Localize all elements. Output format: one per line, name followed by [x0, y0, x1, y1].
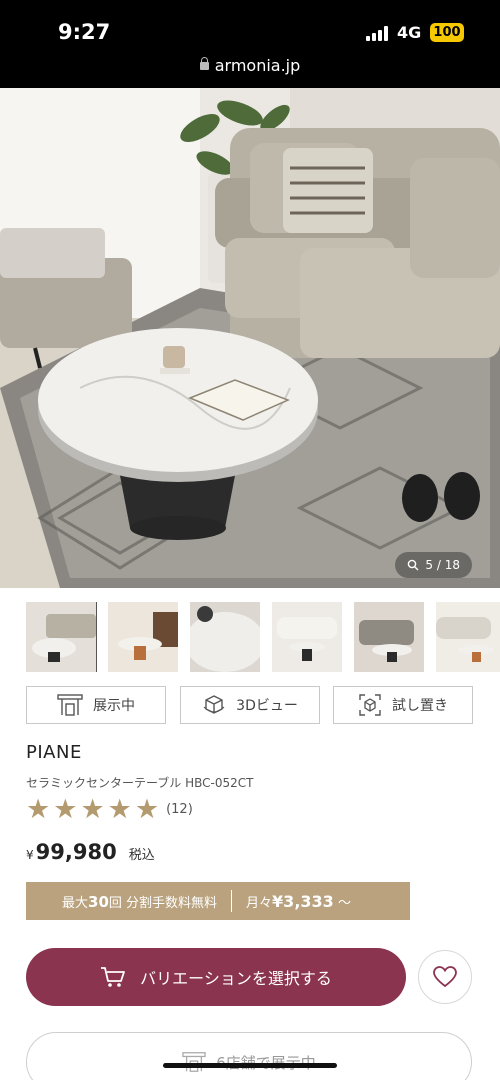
thumbnail-2[interactable] [108, 602, 178, 672]
thumbnail-strip [26, 602, 500, 672]
rating-stars[interactable]: ★ ★ ★ ★ ★ (12) [26, 796, 193, 823]
ar-placement-button[interactable]: 試し置き [333, 686, 473, 724]
showroom-label: 展示中 [93, 698, 135, 714]
installment-info: 最大30回 分割手数料無料 [62, 892, 218, 911]
price-currency: ¥ [26, 848, 34, 862]
star-icon: ★ [80, 794, 105, 825]
favorite-button[interactable] [418, 950, 472, 1004]
thumbnail-5[interactable] [354, 602, 424, 672]
heart-icon [433, 966, 457, 988]
star-icon: ★ [53, 794, 78, 825]
status-time: 9:27 [58, 20, 111, 44]
showroom-button[interactable]: 展示中 [26, 686, 166, 724]
3d-view-label: 3Dビュー [236, 698, 298, 714]
store-display-label: 6店舗で展示中 [216, 1052, 316, 1073]
thumbnail-4[interactable] [272, 602, 342, 672]
address-bar[interactable]: armonia.jp [0, 56, 500, 75]
monthly-payment: 月々¥3,333 ～ [246, 891, 351, 911]
price-value: 99,980 [35, 840, 117, 864]
ar-placement-icon [359, 694, 381, 716]
signal-icon [366, 26, 390, 41]
review-count: (12) [166, 802, 193, 817]
divider [231, 890, 233, 912]
showroom-icon [57, 694, 83, 716]
star-icon: ★ [107, 794, 132, 825]
image-counter-text: 5 / 18 [425, 558, 460, 572]
thumbnail-6[interactable] [436, 602, 500, 672]
showroom-icon [182, 1052, 206, 1072]
network-label: 4G [397, 23, 422, 42]
home-indicator[interactable] [163, 1063, 337, 1068]
3d-view-button[interactable]: 3Dビュー [180, 686, 320, 724]
url-text: armonia.jp [214, 56, 301, 75]
room-scene-illustration [0, 88, 500, 588]
select-variation-label: バリエーションを選択する [140, 969, 332, 988]
installment-banner: 最大30回 分割手数料無料 月々¥3,333 ～ [26, 882, 410, 920]
battery-icon: 100 [430, 23, 464, 42]
store-display-button[interactable]: 6店舗で展示中 [26, 1032, 472, 1080]
zoom-icon [408, 559, 419, 571]
status-bar: 9:27 4G 100 armonia.jp [0, 0, 500, 88]
ar-placement-label: 試し置き [392, 698, 448, 714]
3d-cube-icon [203, 695, 225, 714]
thumbnail-3[interactable] [190, 602, 260, 672]
select-variation-button[interactable]: バリエーションを選択する [26, 948, 406, 1006]
star-icon: ★ [26, 794, 51, 825]
product-name: セラミックセンターテーブル HBC-052CT [26, 776, 254, 790]
lock-icon [199, 57, 209, 70]
star-icon: ★ [134, 794, 160, 825]
cart-icon [101, 967, 126, 987]
tax-label: 税込 [128, 848, 155, 863]
brand-name: PIANE [26, 742, 82, 763]
thumbnail-1[interactable] [26, 602, 97, 672]
image-counter: 5 / 18 [395, 552, 472, 578]
product-main-image[interactable]: 5 / 18 [0, 88, 500, 588]
price: ¥ 99,980 税込 [26, 840, 155, 864]
